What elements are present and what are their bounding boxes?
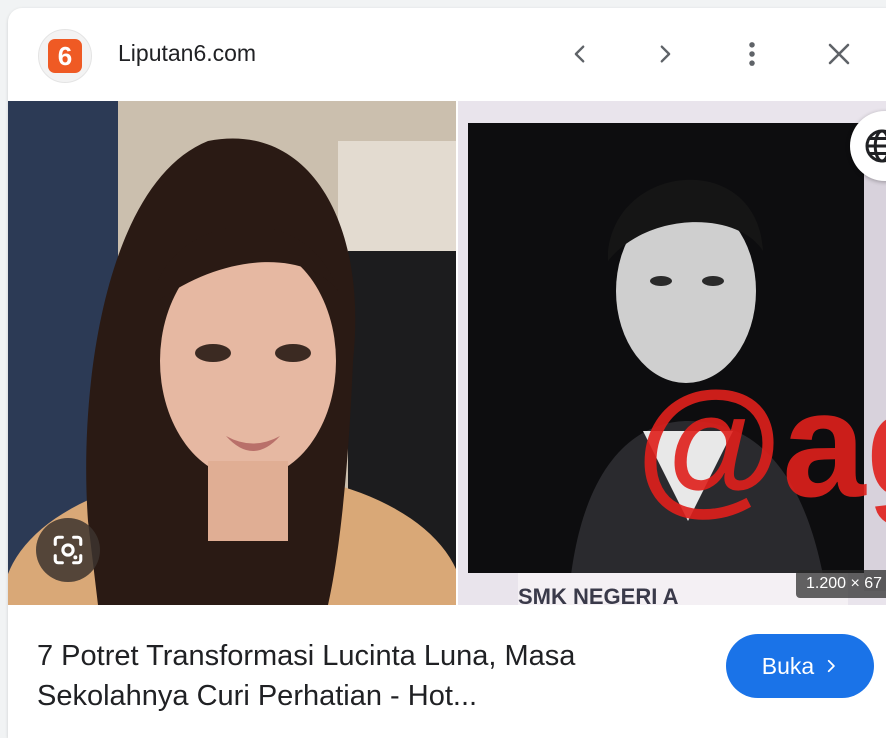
- open-button[interactable]: Buka: [726, 634, 874, 698]
- close-icon: [828, 43, 850, 65]
- image-preview-panel: 6 Liputan6.com SMK NEGERI A @a 1.200 × 6…: [8, 8, 886, 738]
- site-logo[interactable]: 6: [38, 29, 92, 83]
- site-logo-mark: 6: [48, 39, 82, 73]
- more-vert-icon: [749, 42, 755, 66]
- result-title[interactable]: 7 Potret Transformasi Lucinta Luna, Masa…: [37, 636, 657, 716]
- school-photo-illustration: SMK NEGERI A @ag: [458, 101, 886, 605]
- chevron-left-icon: [574, 45, 585, 63]
- previous-button[interactable]: [560, 34, 600, 74]
- panel-header: 6 Liputan6.com: [8, 8, 886, 100]
- chevron-right-icon: [828, 659, 836, 673]
- watermark-text: @ag: [636, 360, 886, 528]
- chevron-right-icon: [660, 45, 671, 63]
- close-button[interactable]: [819, 34, 859, 74]
- badge-text: SMK NEGERI A: [518, 584, 679, 605]
- preview-photo-left: [8, 101, 456, 605]
- open-button-label: Buka: [761, 652, 815, 679]
- image-dimensions: 1.200 × 67: [796, 570, 886, 598]
- lens-icon: [53, 535, 83, 565]
- visual-search-button[interactable]: [36, 518, 100, 582]
- preview-photo-right: SMK NEGERI A @ag: [458, 101, 886, 605]
- result-title-line2: Sekolahnya Curi Perhatian - Hot...: [37, 680, 478, 712]
- result-title-line1: 7 Potret Transformasi Lucinta Luna, Masa: [37, 640, 576, 672]
- more-options-button[interactable]: [732, 34, 772, 74]
- image-preview[interactable]: SMK NEGERI A @ag 1.200 × 67: [8, 101, 886, 605]
- next-button[interactable]: [645, 34, 685, 74]
- site-name[interactable]: Liputan6.com: [118, 40, 256, 67]
- globe-icon: [865, 129, 886, 163]
